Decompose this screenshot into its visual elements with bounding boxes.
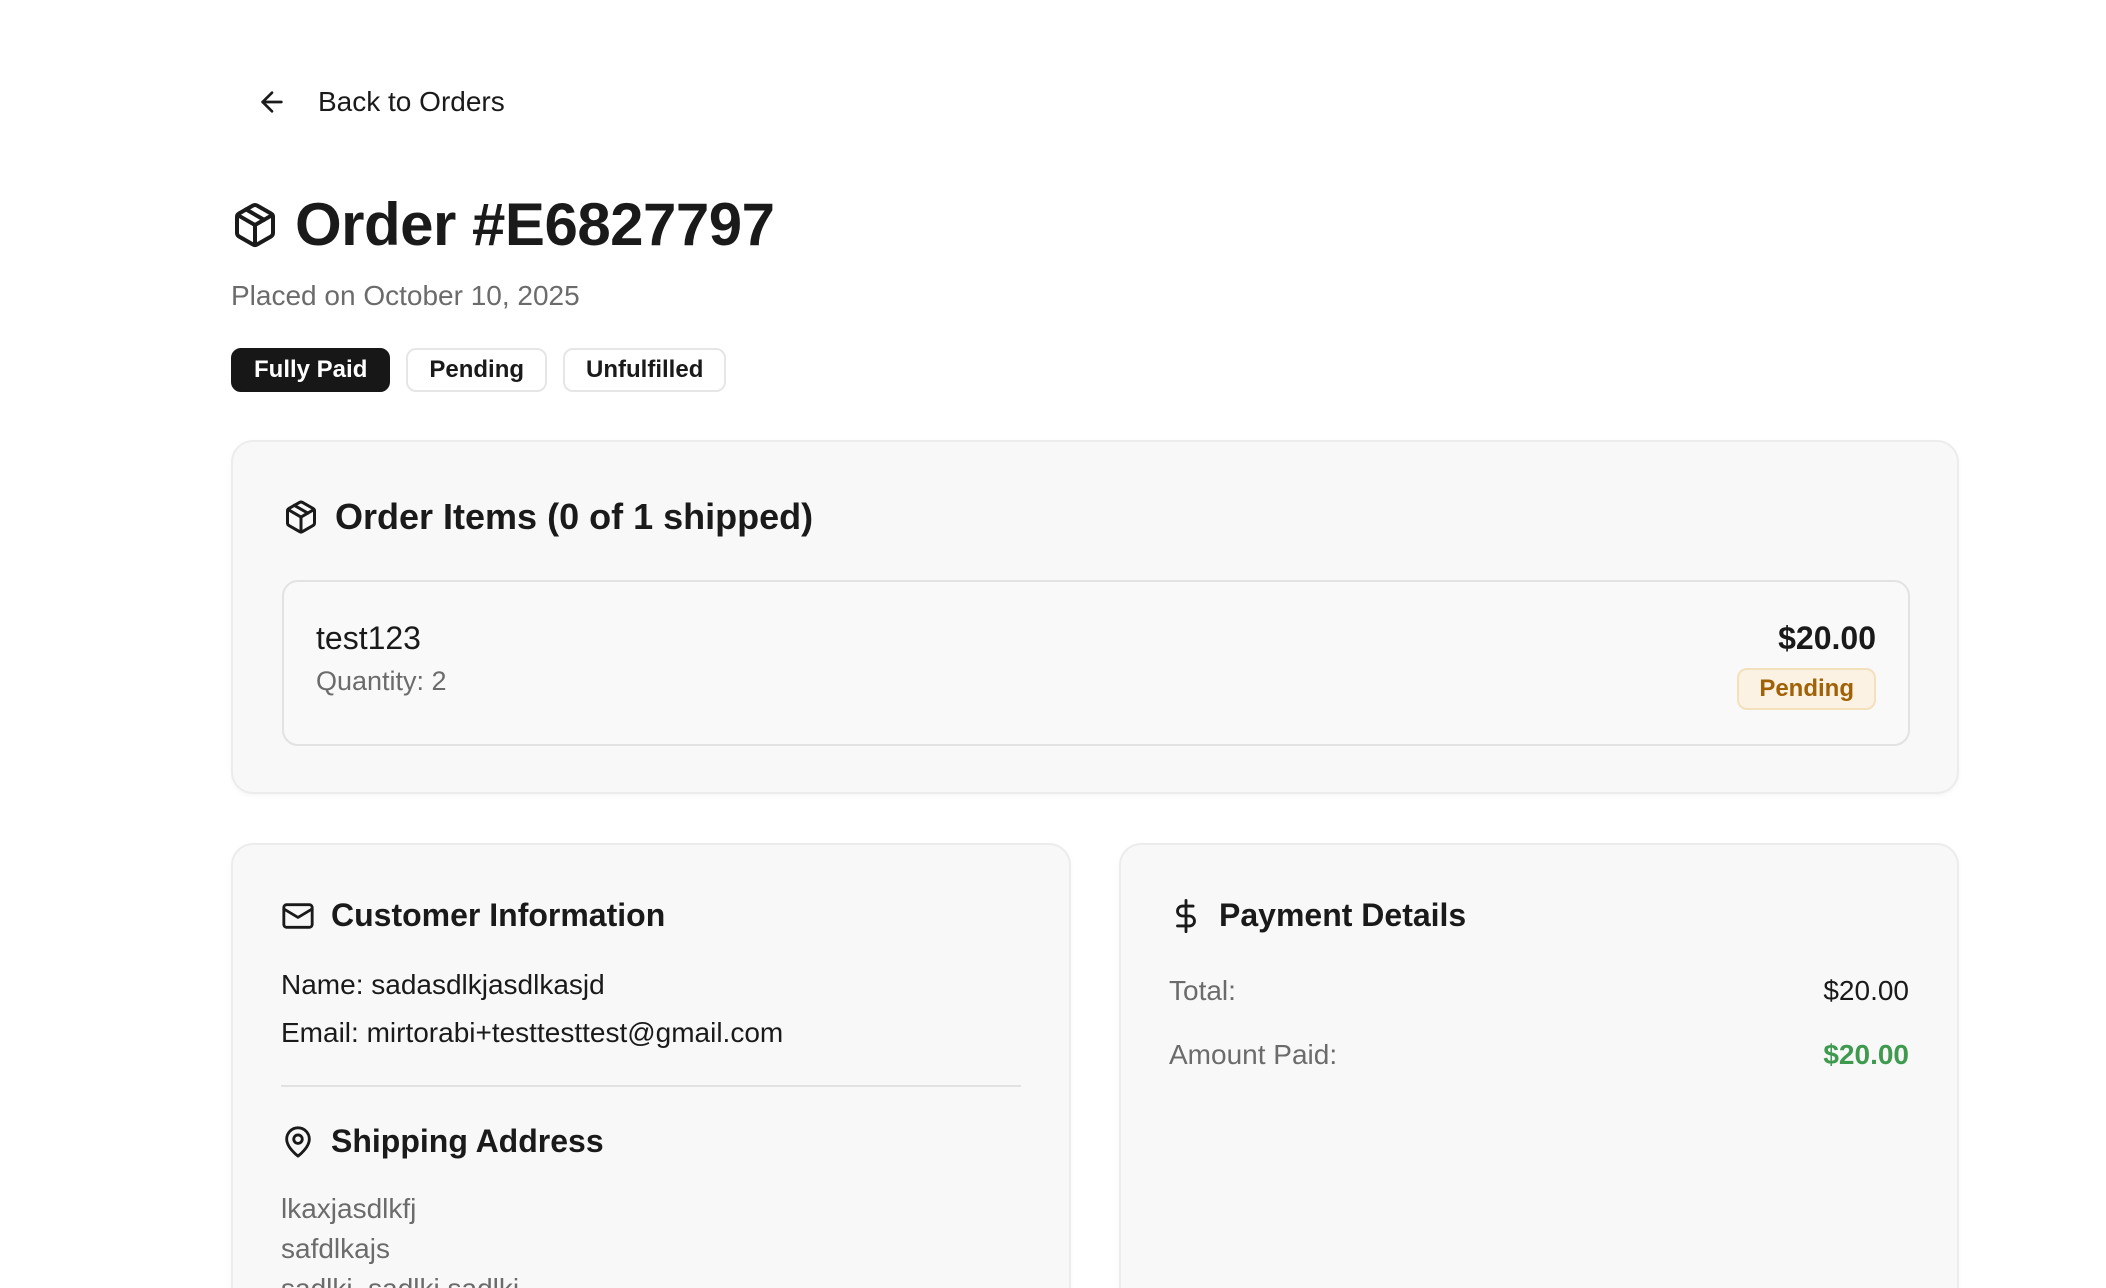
- address-line-2: safdlkajs: [281, 1233, 390, 1264]
- customer-name: Name: sadasdlkjasdlkasjd: [281, 969, 605, 1000]
- customer-info-heading: Customer Information: [281, 897, 665, 934]
- amount-paid-row: Amount Paid: $20.00: [1169, 1039, 1909, 1071]
- customer-info-card: Customer Information Name: sadasdlkjasdl…: [231, 843, 1071, 1288]
- payment-details-heading: Payment Details: [1169, 897, 1466, 934]
- shipping-address-heading: Shipping Address: [281, 1123, 604, 1160]
- total-value: $20.00: [1823, 975, 1909, 1006]
- item-status-badge: Pending: [1737, 668, 1876, 710]
- payment-status-badge: Fully Paid: [231, 348, 391, 392]
- dollar-sign-icon: [1176, 898, 1196, 933]
- item-name: test123: [316, 620, 421, 656]
- back-to-orders-link[interactable]: Back to Orders: [256, 76, 505, 128]
- order-items-heading-text: Order Items (0 of 1 shipped): [335, 496, 814, 537]
- page-title-row: Order #E6827797: [231, 190, 775, 259]
- placed-date: Placed on October 10, 2025: [231, 280, 580, 311]
- order-status-badge: Pending: [406, 348, 548, 392]
- package-icon: [286, 500, 316, 534]
- divider: [281, 1085, 1021, 1087]
- package-icon: [235, 202, 275, 247]
- address-line-3: sadlkj, sadlkj sadlkj: [281, 1273, 519, 1288]
- customer-info-heading-text: Customer Information: [331, 897, 666, 933]
- amount-paid-value: $20.00: [1823, 1039, 1909, 1070]
- amount-paid-label: Amount Paid:: [1169, 1039, 1338, 1070]
- map-pin-icon: [285, 1125, 311, 1158]
- status-badges: Fully Paid Pending Unfulfilled: [231, 348, 727, 392]
- shipping-address-heading-text: Shipping Address: [331, 1123, 604, 1159]
- page-title: Order #E6827797: [295, 191, 775, 258]
- order-item: test123 Quantity: 2 $20.00 Pending: [282, 580, 1910, 746]
- order-items-card: Order Items (0 of 1 shipped) test123 Qua…: [231, 440, 1959, 794]
- payment-details-heading-text: Payment Details: [1219, 897, 1467, 933]
- arrow-left-icon: [261, 91, 283, 113]
- order-items-heading: Order Items (0 of 1 shipped): [283, 496, 813, 538]
- customer-email: Email: mirtorabi+testtesttest@gmail.com: [281, 1017, 784, 1048]
- back-link-label: Back to Orders: [318, 86, 505, 117]
- order-detail-page: Back to Orders Order #E6827797 Placed on…: [0, 0, 2106, 1288]
- item-price: $20.00: [1778, 620, 1876, 656]
- item-quantity: Quantity: 2: [316, 666, 447, 696]
- total-label: Total:: [1169, 975, 1236, 1006]
- payment-details-card: Payment Details Total: $20.00 Amount Pai…: [1119, 843, 1959, 1288]
- payment-total-row: Total: $20.00: [1169, 975, 1909, 1007]
- address-line-1: lkaxjasdlkfj: [281, 1193, 417, 1224]
- fulfillment-status-badge: Unfulfilled: [563, 348, 727, 392]
- mail-icon: [282, 902, 314, 929]
